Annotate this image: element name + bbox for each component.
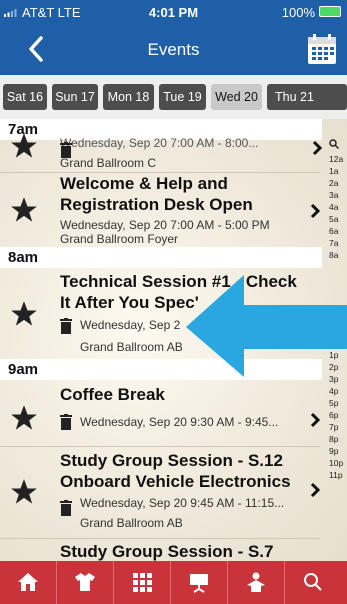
star-icon[interactable] <box>10 478 38 506</box>
page-title: Events <box>147 40 200 59</box>
home-icon <box>18 573 38 591</box>
tab-wed-20[interactable]: Wed 20 <box>211 84 262 110</box>
tab-sat-16[interactable]: Sat 16 <box>3 84 47 110</box>
index-item[interactable]: 5a <box>329 214 338 224</box>
chevron-right-icon[interactable] <box>310 412 320 428</box>
app-header: AT&T LTE 4:01 PM 100% Events <box>0 0 347 75</box>
trash-icon[interactable] <box>60 318 72 334</box>
tab-tue-19[interactable]: Tue 19 <box>159 84 206 110</box>
star-icon[interactable] <box>10 132 38 160</box>
index-item[interactable]: 6p <box>329 410 338 420</box>
nav-presentations[interactable] <box>171 561 228 604</box>
chevron-right-icon[interactable] <box>310 203 320 219</box>
event-title: Welcome & Help and <box>60 174 228 193</box>
calendar-grid-icon[interactable] <box>307 33 337 65</box>
index-item[interactable]: 8a <box>329 250 338 260</box>
battery-icon <box>319 6 341 17</box>
event-room: Grand Ballroom Foyer <box>60 232 179 246</box>
nav-home[interactable] <box>0 561 57 604</box>
nav-apparel[interactable] <box>57 561 114 604</box>
index-item[interactable]: 1a <box>329 166 338 176</box>
grid-icon <box>133 573 152 592</box>
hour-header-8am: 8am <box>0 247 322 268</box>
event-time: Wednesday, Sep 20 7:00 AM - 8:00... <box>60 136 259 150</box>
tab-mon-18[interactable]: Mon 18 <box>103 84 154 110</box>
event-title: Onboard Vehicle Electronics <box>60 472 291 491</box>
chevron-right-icon[interactable] <box>310 482 320 498</box>
event-row[interactable]: Coffee Break Wednesday, Sep 20 9:30 AM -… <box>0 380 320 447</box>
event-row[interactable]: Welcome & Help and Registration Desk Ope… <box>0 172 320 249</box>
index-item[interactable]: 10p <box>329 458 343 468</box>
event-row[interactable]: Study Group Session - S.7 <box>0 538 320 561</box>
index-item[interactable]: 11p <box>329 470 343 480</box>
event-title: Coffee Break <box>60 385 165 404</box>
event-room: Grand Ballroom AB <box>80 516 183 530</box>
index-item[interactable]: 7a <box>329 238 338 248</box>
tab-sun-17[interactable]: Sun 17 <box>52 84 98 110</box>
index-item[interactable]: 9p <box>329 446 338 456</box>
arrow-annotation-icon <box>186 275 347 377</box>
date-tabs: Sat 16 Sun 17 Mon 18 Tue 19 Wed 20 Thu 2… <box>0 75 347 120</box>
index-search-icon[interactable] <box>329 139 339 149</box>
presentation-icon <box>190 574 208 593</box>
nav-people[interactable] <box>228 561 285 604</box>
index-item[interactable]: 4p <box>329 386 338 396</box>
star-icon[interactable] <box>10 404 38 432</box>
event-time: Wednesday, Sep 2 <box>80 318 181 332</box>
nav-grid[interactable] <box>114 561 171 604</box>
nav-search[interactable] <box>285 561 347 604</box>
nav-bar: Events <box>0 26 347 75</box>
index-item[interactable]: 5p <box>329 398 338 408</box>
event-time: Wednesday, Sep 20 9:45 AM - 11:15... <box>80 496 285 510</box>
event-title: Study Group Session - S.12 <box>60 451 283 470</box>
star-icon[interactable] <box>10 300 38 328</box>
index-item[interactable]: 12a <box>329 154 343 164</box>
chevron-right-icon[interactable] <box>312 140 322 156</box>
trash-icon[interactable] <box>60 500 72 516</box>
event-title: It After You Spec' <box>60 293 199 312</box>
status-bar: AT&T LTE 4:01 PM 100% <box>0 0 347 26</box>
event-time: Wednesday, Sep 20 7:00 AM - 5:00 PM <box>60 218 270 232</box>
event-row[interactable]: Wednesday, Sep 20 7:00 AM - 8:00... Gran… <box>0 133 322 173</box>
star-icon[interactable] <box>10 196 38 224</box>
index-item[interactable]: 6a <box>329 226 338 236</box>
trash-icon[interactable] <box>60 414 72 430</box>
index-item[interactable]: 2a <box>329 178 338 188</box>
event-room: Grand Ballroom C <box>60 156 157 170</box>
index-item[interactable]: 4a <box>329 202 338 212</box>
event-row[interactable]: Study Group Session - S.12 Onboard Vehic… <box>0 446 320 539</box>
search-icon <box>304 573 322 591</box>
tab-thu-21[interactable]: Thu 21 <box>267 84 347 110</box>
shirt-icon <box>75 573 95 591</box>
battery-percent: 100% <box>281 5 315 20</box>
bottom-nav <box>0 561 347 604</box>
person-icon <box>247 572 265 592</box>
event-room: Grand Ballroom AB <box>80 340 183 354</box>
event-time: Wednesday, Sep 20 9:30 AM - 9:45... <box>80 415 279 429</box>
event-title: Study Group Session - S.7 <box>60 542 274 561</box>
index-item[interactable]: 8p <box>329 434 338 444</box>
event-title: Registration Desk Open <box>60 195 253 214</box>
index-item[interactable]: 7p <box>329 422 338 432</box>
index-item[interactable]: 3a <box>329 190 338 200</box>
